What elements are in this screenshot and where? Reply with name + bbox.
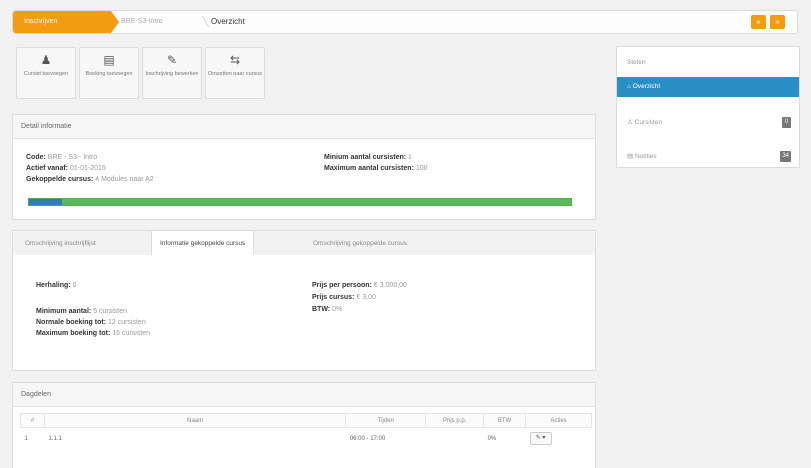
next-icon[interactable]: »	[770, 15, 785, 29]
col-btw[interactable]: BTW	[483, 413, 527, 428]
btw-row: BTW: 0%	[312, 306, 342, 313]
prijs-persoon-row: Prijs per persoon: € 3.000,00	[312, 282, 407, 289]
col-num[interactable]: #	[20, 413, 45, 428]
breadcrumb: Inschrijven BRE-S3-Intro Overzicht « »	[12, 10, 798, 34]
sidebar-item-notities[interactable]: ▤ Notities 34	[617, 147, 799, 167]
cursisten-badge: 0	[782, 117, 791, 128]
gekoppelde-row: Gekoppelde cursus: 4 Modules naar A2	[26, 176, 154, 183]
min-label: Minium aantal cursisten:	[324, 154, 407, 161]
col-tijden[interactable]: Tijden	[345, 413, 427, 428]
dagdelen-title: Dagdelen	[13, 383, 595, 407]
add-cursist-button[interactable]: ♟ Cursist toevoegen	[16, 47, 76, 99]
col-acties: Acties	[525, 413, 592, 428]
convert-to-cursus-button[interactable]: ⇆ Omzetten naar cursus	[205, 47, 265, 99]
table-header-row: # Naam Tijden Prijs p.p. BTW Acties	[20, 413, 592, 428]
cell-acties: ✎ ▾	[525, 427, 592, 450]
normale-row: Normale boeking tot: 12 cursisten	[36, 319, 146, 326]
herhaling-row: Herhaling: 0	[36, 282, 76, 289]
add-boeking-button[interactable]: ▤ Boeking toevoegen	[79, 47, 139, 99]
prijs-cursus-row: Prijs cursus: € 3,00	[312, 294, 376, 301]
sidebar-item-cursisten[interactable]: ♙ Cursisten 0	[617, 113, 799, 133]
pencil-icon: ✎ ▾	[535, 435, 546, 442]
table-row: 1 1.1.1 06:00 - 17:00 0% ✎ ▾	[20, 427, 592, 450]
minimum-label: Minimum aantal:	[36, 308, 92, 315]
sidebar: Stelen ⌂ Overzicht ♙ Cursisten 0 ▤ Notiti…	[616, 46, 800, 168]
minimum-row: Minimum aantal: 5 cursisten	[36, 308, 127, 315]
sidebar-item-label: Cursisten	[634, 119, 663, 126]
maximum-label: Maximum boeking tot:	[36, 330, 111, 337]
actief-row: Actief vanaf: 01-01-2015	[26, 165, 106, 172]
sidebar-item-overzicht[interactable]: ⌂ Overzicht	[617, 77, 799, 97]
document-icon: ▤	[103, 53, 115, 67]
maximum-row: Maximum boeking tot: 16 cursisten	[36, 330, 150, 337]
breadcrumb-item-inschrijven[interactable]: Inschrijven	[13, 11, 119, 33]
herhaling-label: Herhaling:	[36, 282, 71, 289]
code-label: Code:	[26, 154, 46, 161]
btw-label: BTW:	[312, 306, 331, 313]
notities-badge: 34	[780, 151, 791, 162]
normale-value: 12 cursisten	[107, 319, 146, 326]
min-row: Minium aantal cursisten: 1	[324, 154, 412, 161]
gekoppelde-label: Gekoppelde cursus:	[26, 176, 94, 183]
convert-to-cursus-label: Omzetten naar cursus	[207, 71, 263, 77]
detail-panel-title: Detail informatie	[13, 115, 595, 139]
min-value: 1	[408, 154, 412, 161]
col-naam[interactable]: Naam	[43, 413, 347, 428]
prijs-persoon-value: € 3.000,00	[373, 282, 407, 289]
dagdelen-table: # Naam Tijden Prijs p.p. BTW Acties 1 1.…	[20, 413, 592, 450]
edit-inschrijving-label: Inschrijving bewerken	[145, 71, 199, 77]
cell-tijden: 06:00 - 17:00	[345, 427, 426, 450]
herhaling-value: 0	[72, 282, 77, 289]
breadcrumb-separator	[193, 16, 210, 27]
max-label: Maximum aantal cursisten:	[324, 165, 414, 172]
users-icon: ♙	[627, 119, 635, 126]
minimum-value: 5 cursisten	[93, 308, 128, 315]
prijs-cursus-label: Prijs cursus:	[312, 294, 355, 301]
max-value: 100	[415, 165, 428, 172]
gekoppelde-value[interactable]: 4 Modules naar A2	[95, 176, 153, 183]
prijs-cursus-value: € 3,00	[356, 294, 376, 301]
progress-bar-fill	[29, 199, 62, 205]
cell-num: 1	[20, 427, 45, 450]
prijs-persoon-label: Prijs per persoon:	[312, 282, 372, 289]
actief-value: 01-01-2015	[69, 165, 106, 172]
breadcrumb-item-course[interactable]: BRE-S3-Intro	[121, 11, 163, 33]
col-prijs[interactable]: Prijs p.p.	[425, 413, 485, 428]
tab-informatie-gekoppelde-cursus[interactable]: Informatie gekoppelde cursus	[151, 231, 255, 257]
cell-prijs	[425, 427, 484, 450]
wrench-icon: ✎	[166, 53, 178, 67]
normale-label: Normale boeking tot:	[36, 319, 107, 326]
tab-omschrijving-gekoppelde-cursus[interactable]: Omschrijving gekoppelde cursus	[305, 231, 415, 256]
cell-naam: 1.1.1	[44, 427, 346, 450]
tab-omschrijving-inschrijflijst[interactable]: Omschrijving inschrijflijst	[17, 231, 104, 256]
cell-btw: 0%	[483, 427, 526, 450]
actief-label: Actief vanaf:	[26, 165, 69, 172]
user-icon: ♟	[40, 53, 52, 67]
prev-icon[interactable]: «	[751, 15, 766, 29]
edit-inschrijving-button[interactable]: ✎ Inschrijving bewerken	[142, 47, 202, 99]
tab-bar: Omschrijving inschrijflijst Informatie g…	[12, 230, 596, 257]
maximum-value: 16 cursisten	[112, 330, 150, 337]
breadcrumb-item-current: Overzicht	[211, 17, 245, 26]
btw-value: 0%	[332, 306, 343, 313]
notes-icon: ▤	[627, 153, 635, 160]
sidebar-item-label: Overzicht	[632, 83, 661, 90]
edit-row-button[interactable]: ✎ ▾	[529, 432, 552, 446]
max-row: Maximum aantal cursisten: 100	[324, 165, 428, 172]
code-row: Code: BRE - S3 - Intro	[26, 154, 97, 161]
sidebar-item-label: Notities	[634, 153, 657, 160]
add-cursist-label: Cursist toevoegen	[23, 71, 69, 77]
code-value: BRE - S3 - Intro	[47, 154, 98, 161]
progress-bar	[28, 198, 572, 206]
add-boeking-label: Boeking toevoegen	[85, 71, 133, 77]
sidebar-title: Stelen	[627, 59, 646, 66]
transfer-icon: ⇆	[229, 53, 241, 67]
